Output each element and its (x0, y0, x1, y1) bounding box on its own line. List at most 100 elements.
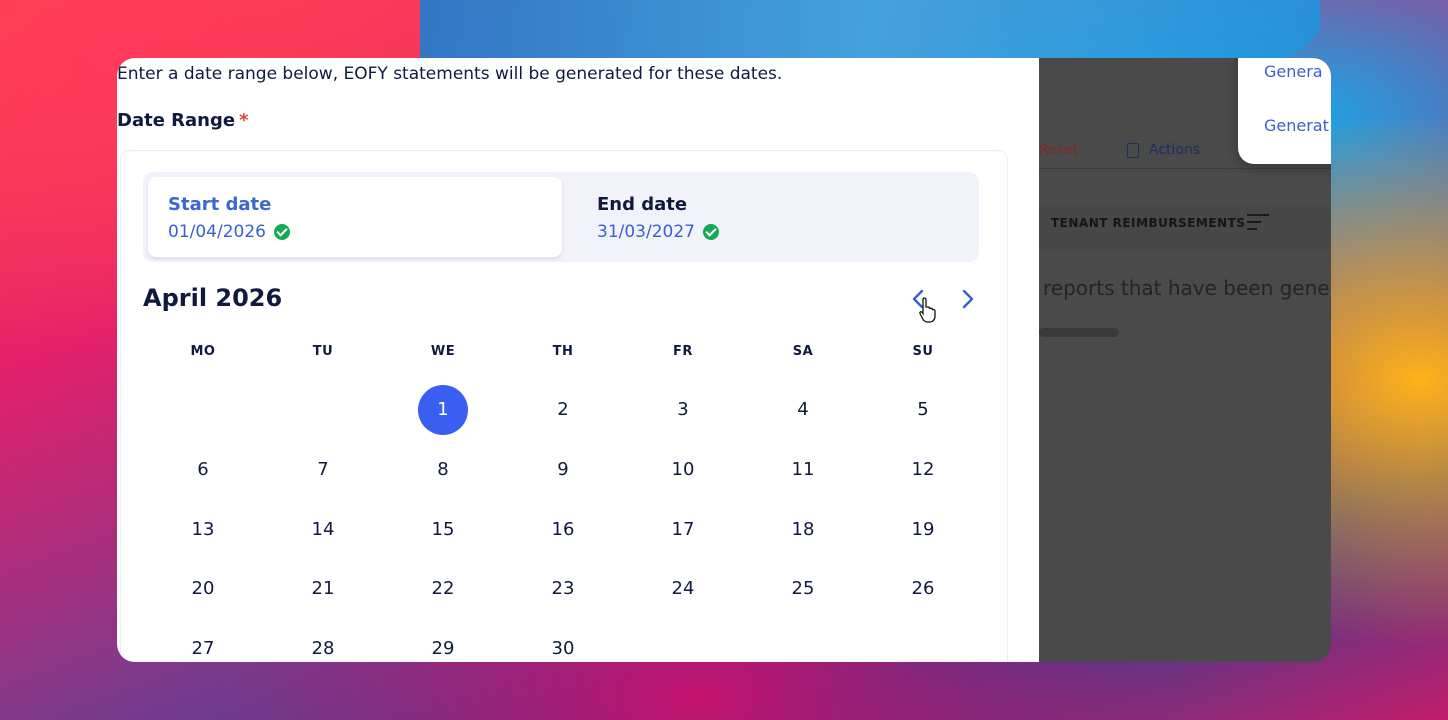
calendar-day-13[interactable]: 13 (143, 499, 263, 559)
date-range-label-text: Date Range (117, 110, 236, 131)
calendar-day-number: 2 (557, 399, 569, 421)
dropdown-item-generate-1[interactable]: Genera (1264, 62, 1323, 81)
calendar-day-number: 1 (418, 384, 468, 435)
calendar-day-1[interactable]: 1 (383, 380, 503, 440)
check-circle-icon (273, 224, 290, 240)
calendar-day-16[interactable]: 16 (503, 499, 623, 559)
weekday-mo: MO (190, 344, 216, 359)
calendar-day-number: 22 (431, 578, 455, 600)
start-date-label: Start date (168, 194, 272, 215)
calendar-day-24[interactable]: 24 (623, 559, 743, 619)
calendar-day-19[interactable]: 19 (863, 499, 983, 559)
clipboard-icon (1127, 142, 1139, 158)
calendar-day-23[interactable]: 23 (503, 559, 623, 619)
calendar-day-2[interactable]: 2 (503, 380, 623, 440)
calendar-day-number: 9 (557, 459, 569, 481)
calendar-day-grid: 1 2 3 4 5 6 7 8 9 10 11 12 13 14 15 16 17 18 19 20 21 22 23 24 2… (143, 380, 983, 662)
weekday-sa: SA (792, 344, 814, 359)
calendar-day-number: 12 (911, 459, 935, 481)
calendar-day-10[interactable]: 10 (623, 440, 743, 500)
calendar-day-4[interactable]: 4 (743, 380, 863, 440)
calendar-blank-cell (143, 380, 263, 440)
calendar-day-number: 26 (911, 578, 935, 600)
calendar-day-number: 28 (311, 638, 335, 660)
calendar-day-21[interactable]: 21 (263, 559, 383, 619)
weekday-header-row: MO TU WE TH FR SA SU (143, 344, 983, 359)
actions-label: Actions (1149, 142, 1201, 158)
calendar-day-12[interactable]: 12 (863, 440, 983, 500)
calendar-day-number: 4 (797, 399, 809, 421)
calendar-day-27[interactable]: 27 (143, 619, 263, 662)
calendar-day-number: 5 (917, 399, 929, 421)
end-date-value: 31/03/2027 (597, 222, 695, 242)
calendar-day-number: 15 (431, 518, 455, 540)
end-date-value-row: 31/03/2027 (597, 222, 719, 242)
calendar-day-number: 7 (317, 459, 329, 481)
app-window: Reset Actions TENANT REIMBURSEMENTS repo… (117, 58, 1331, 662)
start-date-value-row: 01/04/2026 (168, 222, 290, 242)
eofy-statement-modal: Enter a date range below, EOFY statement… (117, 58, 1039, 662)
calendar-day-number: 25 (791, 578, 815, 600)
calendar-day-6[interactable]: 6 (143, 440, 263, 500)
calendar-day-17[interactable]: 17 (623, 499, 743, 559)
pointer-cursor-icon (919, 297, 936, 323)
calendar-day-9[interactable]: 9 (503, 440, 623, 500)
calendar-day-15[interactable]: 15 (383, 499, 503, 559)
calendar-day-number: 29 (431, 638, 455, 660)
calendar-day-number: 3 (677, 399, 689, 421)
calendar-day-number: 24 (671, 578, 695, 600)
weekday-fr: FR (673, 344, 693, 359)
end-date-label: End date (597, 194, 688, 215)
calendar-month-title: April 2026 (143, 284, 283, 312)
calendar-day-8[interactable]: 8 (383, 440, 503, 500)
tab-end-date[interactable]: End date 31/03/2027 (577, 177, 991, 257)
calendar-day-22[interactable]: 22 (383, 559, 503, 619)
weekday-tu: TU (312, 344, 334, 359)
intro-text: Enter a date range below, EOFY statement… (117, 64, 783, 84)
actions-button[interactable]: Actions (1127, 142, 1200, 158)
start-date-value: 01/04/2026 (168, 222, 266, 242)
calendar-day-29[interactable]: 29 (383, 619, 503, 662)
dropdown-item-generate-2[interactable]: Generat (1264, 116, 1329, 135)
required-marker: * (239, 110, 249, 131)
column-settings-icon[interactable] (1247, 214, 1269, 232)
calendar-day-28[interactable]: 28 (263, 619, 383, 662)
weekday-th: TH (552, 344, 574, 359)
divider (1039, 168, 1331, 169)
calendar-day-3[interactable]: 3 (623, 380, 743, 440)
weekday-we: WE (430, 344, 456, 359)
horizontal-scrollbar[interactable] (1039, 328, 1119, 337)
column-header-tenant-reimbursements: TENANT REIMBURSEMENTS (1051, 216, 1246, 230)
calendar-day-number: 16 (551, 518, 575, 540)
calendar-day-14[interactable]: 14 (263, 499, 383, 559)
calendar-day-number: 30 (551, 638, 575, 660)
date-range-label: Date Range * (117, 110, 249, 131)
calendar-day-number: 11 (791, 459, 815, 481)
calendar-day-number: 21 (311, 578, 335, 600)
next-month-button[interactable] (953, 284, 981, 314)
calendar-day-5[interactable]: 5 (863, 380, 983, 440)
calendar-day-7[interactable]: 7 (263, 440, 383, 500)
calendar-day-number: 23 (551, 578, 575, 600)
calendar-day-number: 27 (191, 638, 215, 660)
calendar-blank-cell (263, 380, 383, 440)
calendar-day-30[interactable]: 30 (503, 619, 623, 662)
calendar-day-number: 14 (311, 518, 335, 540)
calendar-day-number: 6 (197, 459, 209, 481)
calendar-day-18[interactable]: 18 (743, 499, 863, 559)
generate-dropdown-menu: Genera Generat (1238, 58, 1331, 164)
calendar-day-25[interactable]: 25 (743, 559, 863, 619)
calendar-day-number: 13 (191, 518, 215, 540)
calendar-day-number: 8 (437, 459, 449, 481)
calendar-day-number: 19 (911, 518, 935, 540)
date-range-tabs: Start date 01/04/2026 End date 31/03/202… (143, 172, 979, 262)
chevron-right-icon (962, 289, 974, 309)
calendar-day-20[interactable]: 20 (143, 559, 263, 619)
calendar-day-26[interactable]: 26 (863, 559, 983, 619)
check-circle-icon (702, 224, 719, 240)
calendar-day-11[interactable]: 11 (743, 440, 863, 500)
reset-button[interactable]: Reset (1039, 142, 1078, 158)
tab-start-date[interactable]: Start date 01/04/2026 (148, 177, 562, 257)
calendar-day-number: 18 (791, 518, 815, 540)
calendar-day-number: 17 (671, 518, 695, 540)
